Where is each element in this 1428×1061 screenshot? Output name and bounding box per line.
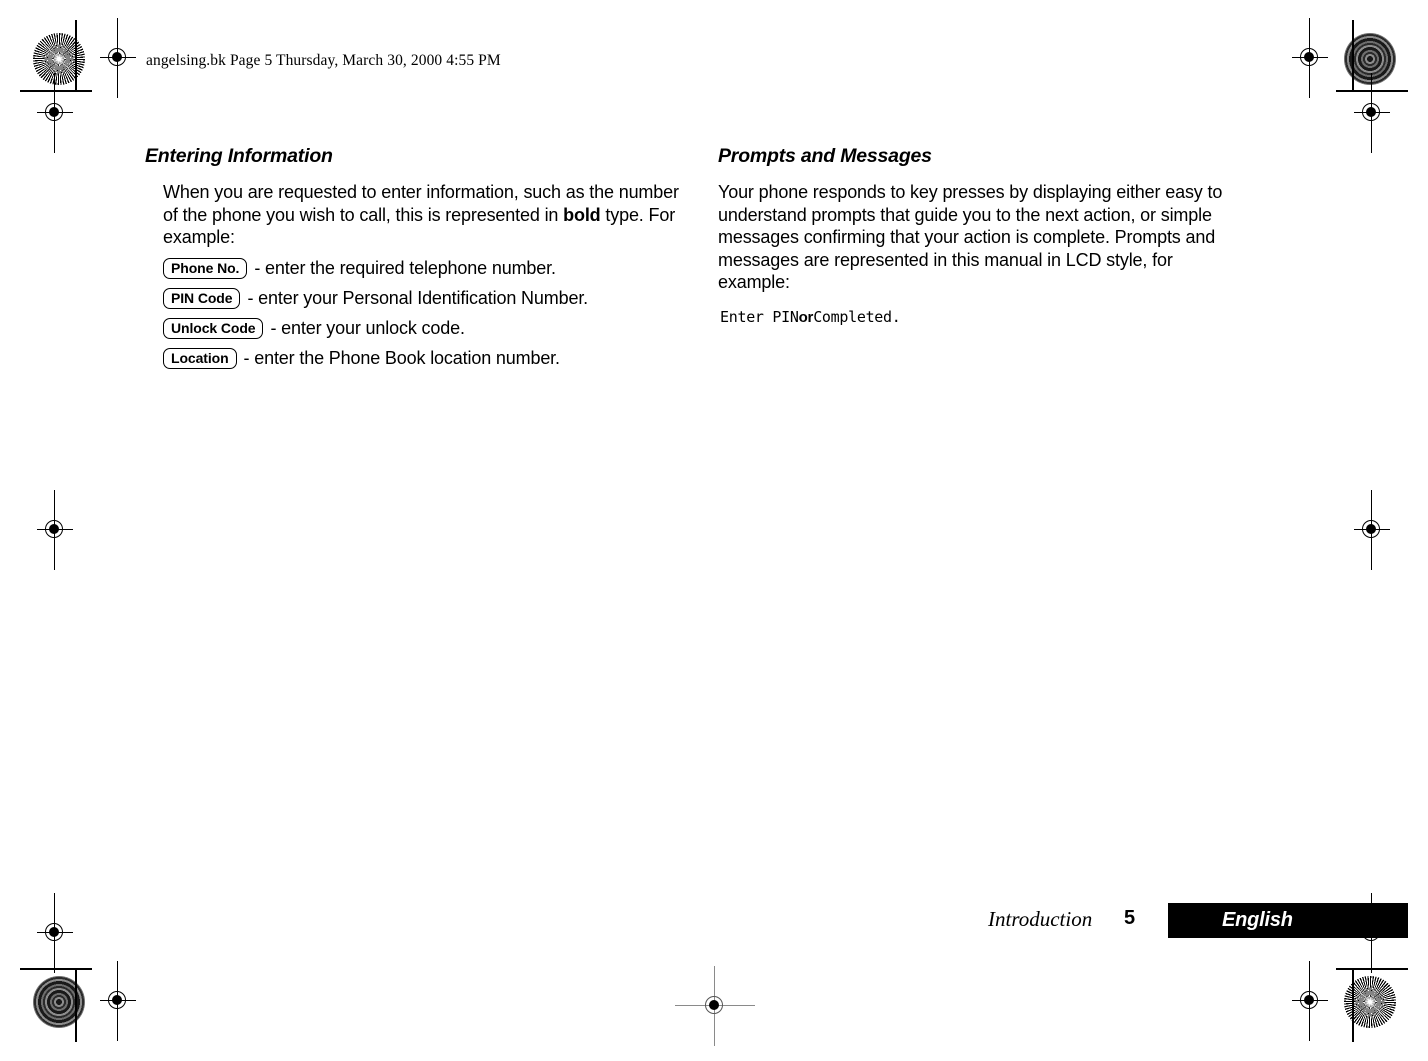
registration-mark-bottom-right — [1292, 961, 1328, 1041]
registration-mark-left-upper — [37, 73, 73, 153]
key-description-location: - enter the Phone Book location number. — [243, 347, 561, 368]
key-box-pin-code[interactable]: PIN Code — [163, 287, 241, 309]
lcd-example-first: Enter PIN — [720, 307, 799, 326]
left-column: Entering Information When you are reques… — [145, 145, 690, 378]
list-item: PIN Code - enter your Personal Identific… — [163, 287, 690, 309]
rosette-starburst-top-left — [33, 33, 85, 85]
list-item: Unlock Code - enter your unlock code. — [163, 317, 690, 339]
lcd-example-conjunction: or — [798, 308, 814, 326]
prompts-and-messages-paragraph: Your phone responds to key presses by di… — [718, 182, 1223, 293]
heading-entering-information: Entering Information — [145, 145, 333, 167]
crop-line-top-right-v — [1352, 20, 1354, 92]
registration-mark-mid-right — [1354, 490, 1390, 570]
lcd-example-line: Enter PINorCompleted. — [720, 308, 1238, 326]
intro-bold-word: bold — [563, 204, 601, 225]
crop-line-top-left-v — [75, 20, 77, 92]
crop-line-bottom-left-h — [20, 968, 92, 970]
registration-mark-mid-left — [37, 490, 73, 570]
crop-line-bottom-left-v — [75, 970, 77, 1042]
crop-line-bottom-right-h — [1336, 968, 1408, 970]
registration-mark-top-left — [100, 18, 136, 98]
crop-line-bottom-right-v — [1352, 970, 1354, 1042]
right-column: Prompts and Messages Your phone responds… — [718, 145, 1238, 326]
registration-mark-right-upper — [1354, 73, 1390, 153]
registration-mark-top-right — [1292, 18, 1328, 98]
key-description-pin-code: - enter your Personal Identification Num… — [247, 287, 589, 308]
entering-information-paragraph: When you are requested to enter informat… — [163, 181, 690, 249]
page-footer: Introduction 5 English — [0, 900, 1428, 945]
key-description-unlock-code: - enter your unlock code. — [270, 317, 465, 338]
registration-mark-bottom-center — [675, 966, 755, 1046]
language-label: English — [1222, 909, 1293, 931]
file-header: angelsing.bk Page 5 Thursday, March 30, … — [146, 52, 501, 69]
footer-section-name: Introduction — [988, 907, 1093, 931]
crop-line-top-right-h — [1336, 90, 1408, 92]
key-box-location[interactable]: Location — [163, 347, 237, 369]
list-item: Phone No. - enter the required telephone… — [163, 257, 690, 279]
rosette-rings-bottom-left — [33, 976, 85, 1028]
registration-mark-bottom-left — [100, 961, 136, 1041]
lcd-example-second: Completed. — [813, 307, 901, 326]
heading-prompts-and-messages: Prompts and Messages — [718, 145, 932, 167]
key-entry-list: Phone No. - enter the required telephone… — [163, 257, 690, 369]
key-description-phone-no: - enter the required telephone number. — [254, 257, 556, 278]
key-box-phone-no[interactable]: Phone No. — [163, 257, 248, 279]
key-box-unlock-code[interactable]: Unlock Code — [163, 317, 264, 339]
list-item: Location - enter the Phone Book location… — [163, 347, 690, 369]
footer-page-number: 5 — [1124, 907, 1136, 929]
crop-line-top-left-h — [20, 90, 92, 92]
